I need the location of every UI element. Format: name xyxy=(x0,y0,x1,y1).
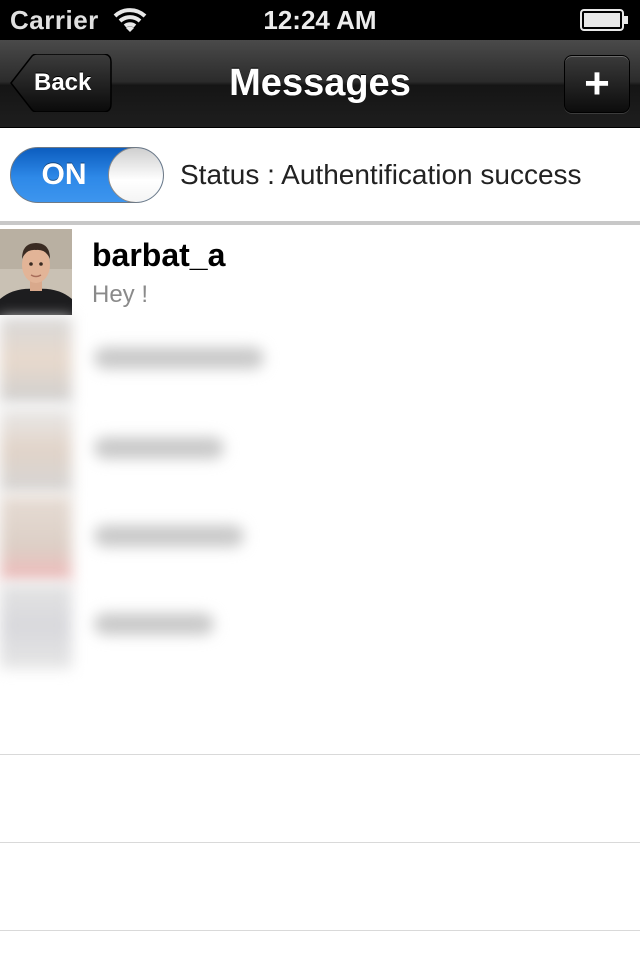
empty-row xyxy=(0,843,640,931)
connection-status-row: ON Status : Authentification success xyxy=(0,129,640,225)
avatar xyxy=(0,229,72,315)
avatar xyxy=(0,495,72,581)
user-photo-icon xyxy=(0,229,72,315)
add-button[interactable]: + xyxy=(564,55,630,113)
status-bar: Carrier 12:24 AM xyxy=(0,0,640,40)
avatar xyxy=(0,583,72,669)
avatar xyxy=(0,407,72,493)
list-item[interactable] xyxy=(0,495,640,581)
message-preview: Hey ! xyxy=(92,281,149,308)
empty-row xyxy=(0,667,640,755)
connection-toggle[interactable]: ON xyxy=(10,147,164,203)
empty-row xyxy=(0,755,640,843)
list-item[interactable] xyxy=(0,407,640,493)
wifi-icon xyxy=(113,8,147,32)
back-button-label: Back xyxy=(34,69,92,96)
redacted-text xyxy=(94,613,214,635)
back-button[interactable]: Back xyxy=(10,54,112,112)
list-item[interactable]: barbat_a Hey ! xyxy=(0,229,640,315)
plus-icon: + xyxy=(584,59,610,108)
redacted-text xyxy=(94,437,224,459)
redacted-text xyxy=(94,525,244,547)
toggle-on-label: ON xyxy=(41,158,87,191)
battery-icon xyxy=(580,9,628,31)
list-item[interactable] xyxy=(0,317,640,403)
navigation-bar: Messages Back xyxy=(0,40,640,128)
avatar xyxy=(0,317,72,403)
carrier-label: Carrier xyxy=(10,4,99,35)
contact-name: barbat_a xyxy=(92,237,226,273)
redacted-text xyxy=(94,347,264,369)
list-item[interactable] xyxy=(0,583,640,669)
toggle-knob xyxy=(108,148,163,202)
status-text: Status : Authentification success xyxy=(180,159,582,190)
